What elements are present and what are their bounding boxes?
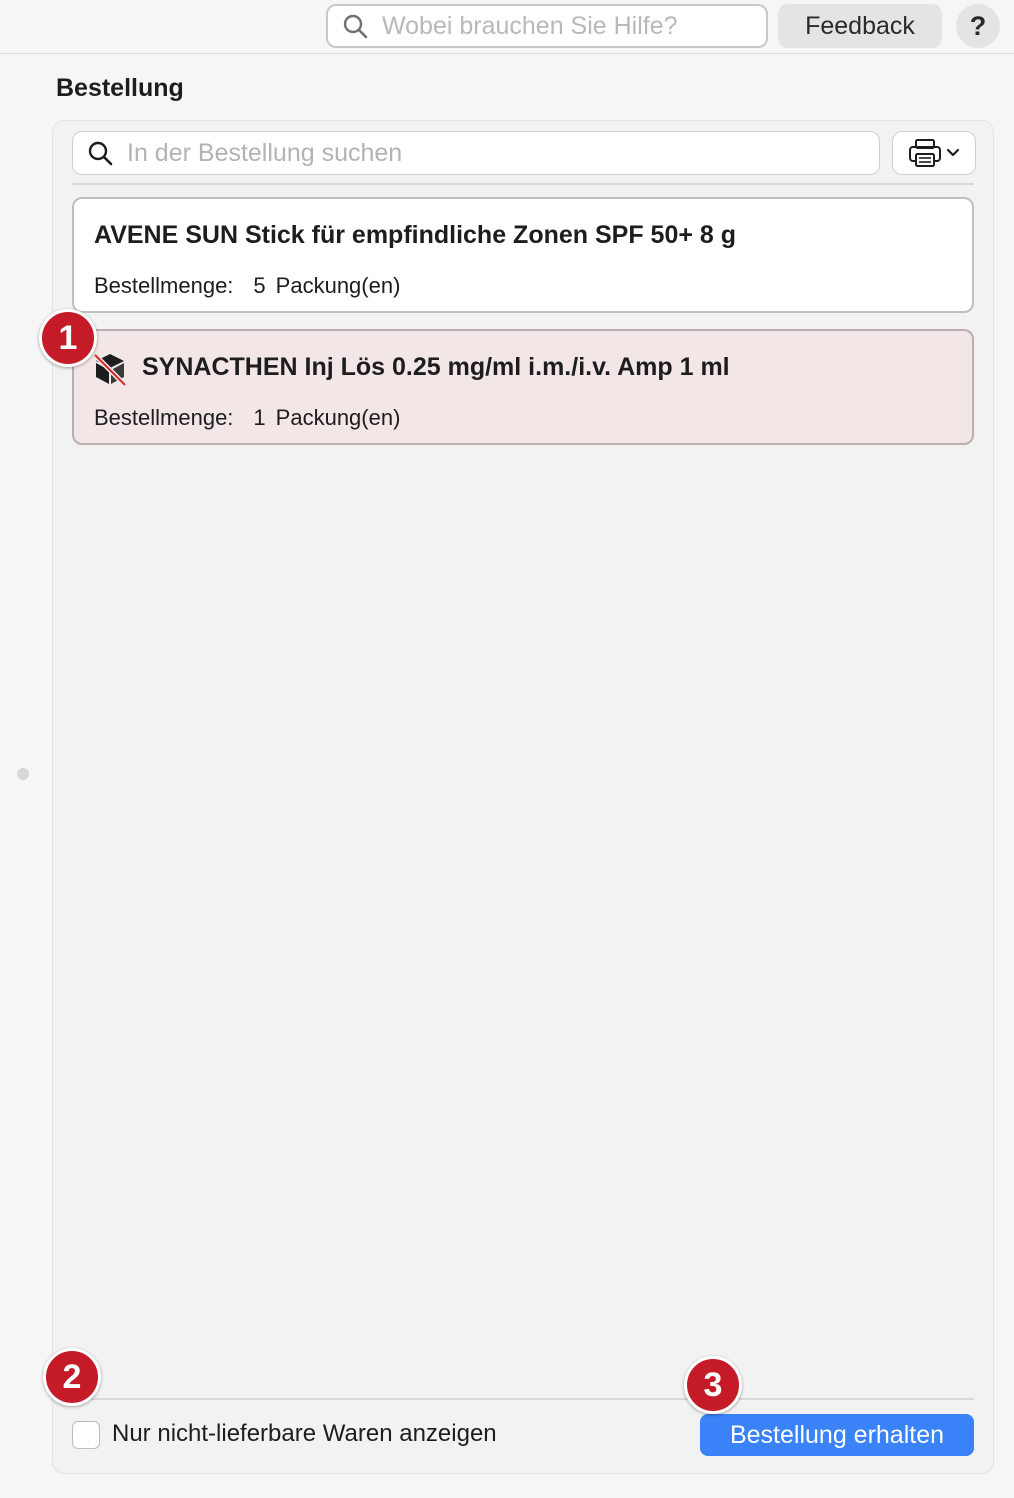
order-search-field[interactable] <box>72 131 880 175</box>
search-icon <box>343 14 368 39</box>
annotation-badge: 3 <box>684 1356 742 1414</box>
unavailable-filter-label[interactable]: Nur nicht-lieferbare Waren anzeigen <box>112 1420 497 1448</box>
order-item[interactable]: AVENE SUN Stick für empfindliche Zonen S… <box>72 197 974 313</box>
search-icon <box>88 141 113 166</box>
quantity-unit: Packung(en) <box>275 405 401 430</box>
printer-icon <box>909 139 941 167</box>
unavailable-filter-checkbox[interactable] <box>72 1421 100 1449</box>
quantity-value: 5 <box>253 273 266 298</box>
receive-order-button[interactable]: Bestellung erhalten <box>700 1414 974 1456</box>
divider <box>72 1398 974 1400</box>
annotation-badge: 1 <box>39 309 97 367</box>
divider <box>72 183 974 185</box>
package-unavailable-icon <box>93 353 127 387</box>
order-search-input[interactable] <box>125 137 845 169</box>
item-quantity: Bestellmenge: 1 Packung(en) <box>94 405 400 431</box>
quantity-unit: Packung(en) <box>275 273 401 298</box>
help-search-field[interactable] <box>326 4 768 48</box>
order-panel <box>52 120 994 1474</box>
quantity-label: Bestellmenge: <box>94 273 234 298</box>
quantity-label: Bestellmenge: <box>94 405 234 430</box>
item-name: SYNACTHEN Inj Lös 0.25 mg/ml i.m./i.v. A… <box>142 353 730 381</box>
chevron-down-icon <box>946 148 960 157</box>
top-bar: Feedback ? <box>0 0 1014 54</box>
print-menu-button[interactable] <box>892 131 976 175</box>
order-item-unavailable[interactable]: SYNACTHEN Inj Lös 0.25 mg/ml i.m./i.v. A… <box>72 329 974 445</box>
annotation-badge: 2 <box>43 1348 101 1406</box>
item-name: AVENE SUN Stick für empfindliche Zonen S… <box>94 221 737 249</box>
resize-handle[interactable] <box>17 768 29 780</box>
help-button[interactable]: ? <box>956 4 1000 48</box>
quantity-value: 1 <box>253 405 266 430</box>
feedback-button[interactable]: Feedback <box>778 4 942 48</box>
page-title: Bestellung <box>56 74 184 102</box>
item-quantity: Bestellmenge: 5 Packung(en) <box>94 273 400 299</box>
help-search-input[interactable] <box>380 10 740 42</box>
